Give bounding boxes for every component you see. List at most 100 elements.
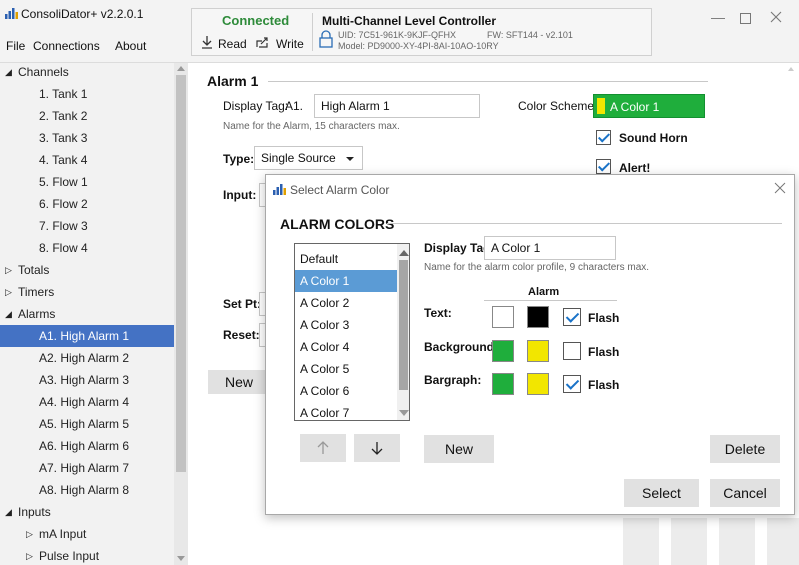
- background-bargraph: [623, 518, 799, 565]
- sidebar-item[interactable]: 6. Flow 2: [0, 193, 174, 215]
- new-alarm-button[interactable]: New: [208, 370, 270, 394]
- menu-file[interactable]: File: [6, 40, 25, 52]
- device-title: Multi-Channel Level Controller: [322, 14, 497, 28]
- color-list-item[interactable]: A Color 7: [295, 402, 397, 420]
- alert-checkbox[interactable]: [596, 159, 611, 174]
- sidebar-item[interactable]: A5. High Alarm 5: [0, 413, 174, 435]
- expanded-arrow-icon[interactable]: ◢: [5, 501, 12, 523]
- scrollbar-thumb[interactable]: [176, 75, 186, 472]
- color-list-item[interactable]: A Color 4: [295, 336, 397, 358]
- sidebar-item-label: 1. Tank 1: [39, 87, 88, 101]
- device-status-panel: Connected Read Write Multi-Channel Level…: [191, 8, 652, 56]
- heading-rule: [387, 223, 782, 224]
- normal-color-swatch[interactable]: [492, 373, 514, 395]
- alarm-column-header: Alarm: [528, 286, 560, 298]
- sidebar-item[interactable]: 8. Flow 4: [0, 237, 174, 259]
- move-up-button[interactable]: [300, 434, 346, 462]
- delete-color-button[interactable]: Delete: [710, 435, 780, 463]
- scroll-up-arrow[interactable]: [399, 250, 409, 256]
- sidebar-item[interactable]: 1. Tank 1: [0, 83, 174, 105]
- scroll-down-arrow[interactable]: [399, 410, 409, 416]
- expanded-arrow-icon[interactable]: ◢: [5, 303, 12, 325]
- app-logo-icon: [5, 7, 18, 19]
- sidebar-item-label: A5. High Alarm 5: [39, 417, 130, 431]
- color-scheme-select[interactable]: A Color 1: [593, 94, 705, 118]
- tag-hint: Name for the Alarm, 15 characters max.: [223, 121, 400, 132]
- sidebar-item[interactable]: ▷ Timers: [0, 281, 174, 303]
- color-list-item[interactable]: A Color 3: [295, 314, 397, 336]
- flash-checkbox[interactable]: [563, 342, 581, 360]
- read-button[interactable]: Read: [218, 38, 247, 50]
- flash-checkbox[interactable]: [563, 308, 581, 326]
- maximize-button[interactable]: [740, 13, 751, 24]
- alarm-color-swatch[interactable]: [527, 306, 549, 328]
- sidebar-item[interactable]: A6. High Alarm 6: [0, 435, 174, 457]
- sidebar-scrollbar[interactable]: [174, 63, 188, 565]
- sidebar-item[interactable]: A2. High Alarm 2: [0, 347, 174, 369]
- new-color-button[interactable]: New: [424, 435, 494, 463]
- sidebar-item[interactable]: ◢ Alarms: [0, 303, 174, 325]
- collapsed-arrow-icon[interactable]: ▷: [5, 281, 12, 303]
- flash-label: Flash: [588, 345, 620, 359]
- sidebar-item-label: Inputs: [18, 505, 51, 519]
- dialog-close-icon[interactable]: [774, 182, 786, 194]
- color-list-item[interactable]: A Color 5: [295, 358, 397, 380]
- flash-checkbox[interactable]: [563, 375, 581, 393]
- device-uid: UID: 7C51-961K-9KJF-QFHX: [338, 30, 457, 40]
- alarm-heading: Alarm 1: [207, 73, 259, 89]
- scrollbar-thumb[interactable]: [399, 260, 408, 390]
- collapsed-arrow-icon[interactable]: ▷: [26, 545, 33, 565]
- sidebar-item[interactable]: A1. High Alarm 1: [0, 325, 174, 347]
- sidebar-item[interactable]: 7. Flow 3: [0, 215, 174, 237]
- type-value: Single Source: [261, 151, 336, 165]
- color-profile-list[interactable]: Default A Color 1A Color 2A Color 3A Colo…: [294, 243, 410, 421]
- sidebar-item[interactable]: ◢ Channels: [0, 61, 174, 83]
- color-list-item[interactable]: A Color 6: [295, 380, 397, 402]
- color-tag-input[interactable]: A Color 1: [484, 236, 616, 260]
- sidebar-item[interactable]: 5. Flow 1: [0, 171, 174, 193]
- collapsed-arrow-icon[interactable]: ▷: [26, 523, 33, 545]
- type-dropdown[interactable]: Single Source: [254, 146, 363, 170]
- expanded-arrow-icon[interactable]: ◢: [5, 61, 12, 83]
- menu-about[interactable]: About: [115, 40, 146, 52]
- color-list-item[interactable]: A Color 2: [295, 292, 397, 314]
- alarm-colors-heading: ALARM COLORS: [280, 216, 395, 232]
- menu-connections[interactable]: Connections: [33, 40, 100, 52]
- normal-color-swatch[interactable]: [492, 340, 514, 362]
- sidebar-item[interactable]: A3. High Alarm 3: [0, 369, 174, 391]
- write-button[interactable]: Write: [276, 38, 304, 50]
- display-tag-input[interactable]: High Alarm 1: [314, 94, 480, 118]
- normal-color-swatch[interactable]: [492, 306, 514, 328]
- sidebar-item[interactable]: 2. Tank 2: [0, 105, 174, 127]
- alarm-color-swatch[interactable]: [527, 373, 549, 395]
- select-button[interactable]: Select: [624, 479, 699, 507]
- scroll-down-arrow[interactable]: [177, 556, 185, 561]
- sidebar-item-label: A2. High Alarm 2: [39, 351, 130, 365]
- sidebar-item[interactable]: ▷ Totals: [0, 259, 174, 281]
- cancel-button[interactable]: Cancel: [710, 479, 780, 507]
- sidebar-item-label: A4. High Alarm 4: [39, 395, 130, 409]
- move-down-button[interactable]: [354, 434, 400, 462]
- reset-label: Reset:: [223, 328, 260, 342]
- title-bar: ConsoliDator+ v2.2.0.1 File Connections …: [0, 0, 799, 63]
- sidebar-item-label: Totals: [18, 263, 50, 277]
- sidebar-item[interactable]: A4. High Alarm 4: [0, 391, 174, 413]
- sidebar-item[interactable]: A7. High Alarm 7: [0, 457, 174, 479]
- color-scheme-value: A Color 1: [610, 100, 660, 114]
- scroll-up-arrow[interactable]: [177, 66, 185, 71]
- sidebar-item[interactable]: ▷ mA Input: [0, 523, 174, 545]
- alarm-color-swatch[interactable]: [527, 340, 549, 362]
- color-list-item[interactable]: Default: [295, 248, 397, 270]
- sidebar-item[interactable]: 4. Tank 4: [0, 149, 174, 171]
- collapsed-arrow-icon[interactable]: ▷: [5, 259, 12, 281]
- sound-horn-checkbox[interactable]: [596, 130, 611, 145]
- sidebar-item[interactable]: ◢ Inputs: [0, 501, 174, 523]
- minimize-button[interactable]: —: [711, 10, 725, 24]
- color-scheme-label: Color Scheme:: [518, 99, 598, 113]
- color-list-item[interactable]: A Color 1: [295, 270, 397, 292]
- sidebar-item[interactable]: A8. High Alarm 8: [0, 479, 174, 501]
- sidebar-item[interactable]: 3. Tank 3: [0, 127, 174, 149]
- sidebar-item[interactable]: ▷ Pulse Input: [0, 545, 174, 565]
- list-scrollbar[interactable]: [397, 244, 409, 420]
- close-icon[interactable]: [769, 10, 783, 24]
